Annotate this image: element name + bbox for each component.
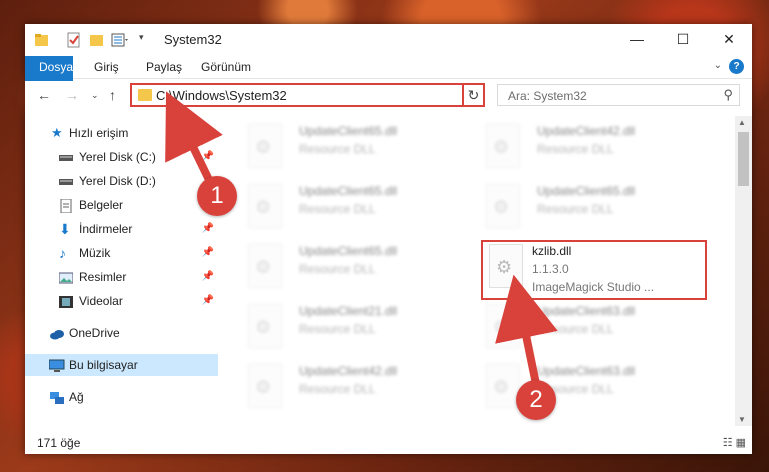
folder-icon xyxy=(34,32,50,48)
quick-access-dropdown-icon[interactable]: ▾ xyxy=(139,32,155,48)
computer-icon xyxy=(48,358,65,372)
file-item[interactable]: UpdateClient42.dll Resource DLL xyxy=(244,362,469,414)
status-bar: 171 öğe ☷ ▦ xyxy=(25,432,752,454)
view-toggle-icons[interactable]: ☷ ▦ xyxy=(723,436,746,449)
scroll-thumb[interactable] xyxy=(738,132,749,186)
recent-locations-chevron-icon[interactable]: ⌄ xyxy=(91,90,99,101)
file-item[interactable]: UpdateClient21.dll Resource DLL xyxy=(244,302,469,354)
navigation-pane: ★ Hızlı erişim Yerel Disk (C:) 📌 Yerel D… xyxy=(25,116,218,416)
file-item[interactable]: UpdateClient65.dll Resource DLL xyxy=(482,182,707,234)
pin-icon[interactable]: 📌 xyxy=(202,290,214,312)
step-callout-1: 1 xyxy=(197,176,237,216)
sidebar-item-onedrive[interactable]: OneDrive xyxy=(25,322,218,344)
search-input[interactable]: Ara: System32 ⚲ xyxy=(497,84,740,106)
close-button[interactable]: ✕ xyxy=(706,24,752,54)
sidebar-item-documents[interactable]: Belgeler 📌 xyxy=(25,194,218,216)
sidebar-item-videos[interactable]: Videolar 📌 xyxy=(25,290,218,312)
folder-icon xyxy=(138,89,152,101)
minimize-button[interactable]: — xyxy=(614,24,660,54)
pin-icon[interactable]: 📌 xyxy=(202,266,214,288)
file-item[interactable]: UpdateClient42.dll Resource DLL xyxy=(482,122,707,174)
sidebar-item-pictures[interactable]: Resimler 📌 xyxy=(25,266,218,288)
dll-file-icon xyxy=(248,364,282,408)
back-arrow-icon[interactable]: ← xyxy=(37,87,51,103)
window-title: System32 xyxy=(164,32,222,47)
sidebar-item-local-disk-d[interactable]: Yerel Disk (D:) xyxy=(25,170,218,192)
music-note-icon: ♪ xyxy=(59,245,66,261)
dll-file-icon xyxy=(248,244,282,288)
customize-icon[interactable] xyxy=(111,32,128,48)
scroll-down-icon[interactable]: ▼ xyxy=(738,415,746,424)
file-item[interactable]: UpdateClient63.dll Resource DLL xyxy=(482,362,707,414)
dll-file-icon xyxy=(486,304,520,348)
download-arrow-icon: ⬇ xyxy=(59,221,71,237)
pin-icon[interactable]: 📌 xyxy=(202,242,214,264)
dll-file-icon xyxy=(486,364,520,408)
forward-arrow-icon[interactable]: → xyxy=(65,87,79,103)
pin-icon[interactable]: 📌 xyxy=(202,146,214,168)
expand-ribbon-icon[interactable]: ⌄ xyxy=(714,60,722,71)
drive-icon xyxy=(59,150,73,164)
cloud-icon xyxy=(49,326,64,340)
tab-share[interactable]: Paylaş xyxy=(136,56,192,78)
network-icon xyxy=(49,390,64,404)
dll-file-icon xyxy=(486,124,520,168)
picture-icon xyxy=(58,270,74,284)
dll-file-icon xyxy=(248,124,282,168)
address-path: C:\Windows\System32 xyxy=(156,88,287,103)
film-icon xyxy=(59,294,73,308)
tab-view[interactable]: Görünüm xyxy=(191,56,261,78)
sidebar-item-this-pc[interactable]: Bu bilgisayar xyxy=(25,354,218,376)
scroll-up-icon[interactable]: ▲ xyxy=(738,118,746,127)
dll-file-icon xyxy=(248,304,282,348)
title-bar[interactable]: ▾ System32 — ☐ ✕ xyxy=(25,24,752,56)
sidebar-item-downloads[interactable]: ⬇ İndirmeler 📌 xyxy=(25,218,218,240)
vertical-scrollbar[interactable]: ▲ ▼ xyxy=(735,116,752,426)
file-explorer-window: ▾ System32 — ☐ ✕ Dosya Giriş Paylaş Görü… xyxy=(25,24,752,454)
star-icon: ★ xyxy=(51,125,63,140)
search-placeholder: Ara: System32 xyxy=(508,89,587,103)
up-arrow-icon[interactable]: ↑ xyxy=(109,87,116,103)
sidebar-item-local-disk-c[interactable]: Yerel Disk (C:) 📌 xyxy=(25,146,218,168)
file-item[interactable]: UpdateClient65.dll Resource DLL xyxy=(244,182,469,234)
file-item[interactable]: UpdateClient65.dll Resource DLL xyxy=(244,122,469,174)
navigation-bar: ← → ⌄ ↑ C:\Windows\System32 ⌄ ↻ Ara: Sys… xyxy=(25,81,752,111)
ribbon-tabs: Dosya Giriş Paylaş Görünüm ⌄ ? xyxy=(25,56,752,108)
file-item[interactable]: UpdateClient65.dll Resource DLL xyxy=(244,242,469,294)
address-bar[interactable]: C:\Windows\System32 ⌄ xyxy=(130,83,485,107)
step-callout-2: 2 xyxy=(516,380,556,420)
file-highlight-box xyxy=(481,240,707,300)
new-folder-icon[interactable] xyxy=(89,32,105,48)
sidebar-item-quick-access[interactable]: ★ Hızlı erişim xyxy=(25,122,218,144)
dll-file-icon xyxy=(486,184,520,228)
refresh-button[interactable]: ↻ xyxy=(462,83,485,107)
sidebar-item-network[interactable]: Ağ xyxy=(25,386,218,408)
file-item[interactable]: UpdateClient63.dll Resource DLL xyxy=(482,302,707,354)
refresh-icon: ↻ xyxy=(467,87,480,103)
dll-file-icon xyxy=(248,184,282,228)
search-icon: ⚲ xyxy=(723,87,733,102)
pin-icon[interactable]: 📌 xyxy=(202,218,214,240)
tab-home[interactable]: Giriş xyxy=(84,56,129,78)
item-count: 171 öğe xyxy=(37,436,81,450)
help-icon[interactable]: ? xyxy=(729,59,744,74)
document-icon xyxy=(59,198,73,214)
drive-icon xyxy=(59,174,73,188)
sidebar-item-music[interactable]: ♪ Müzik 📌 xyxy=(25,242,218,264)
properties-icon[interactable] xyxy=(66,32,82,48)
maximize-button[interactable]: ☐ xyxy=(660,24,706,54)
